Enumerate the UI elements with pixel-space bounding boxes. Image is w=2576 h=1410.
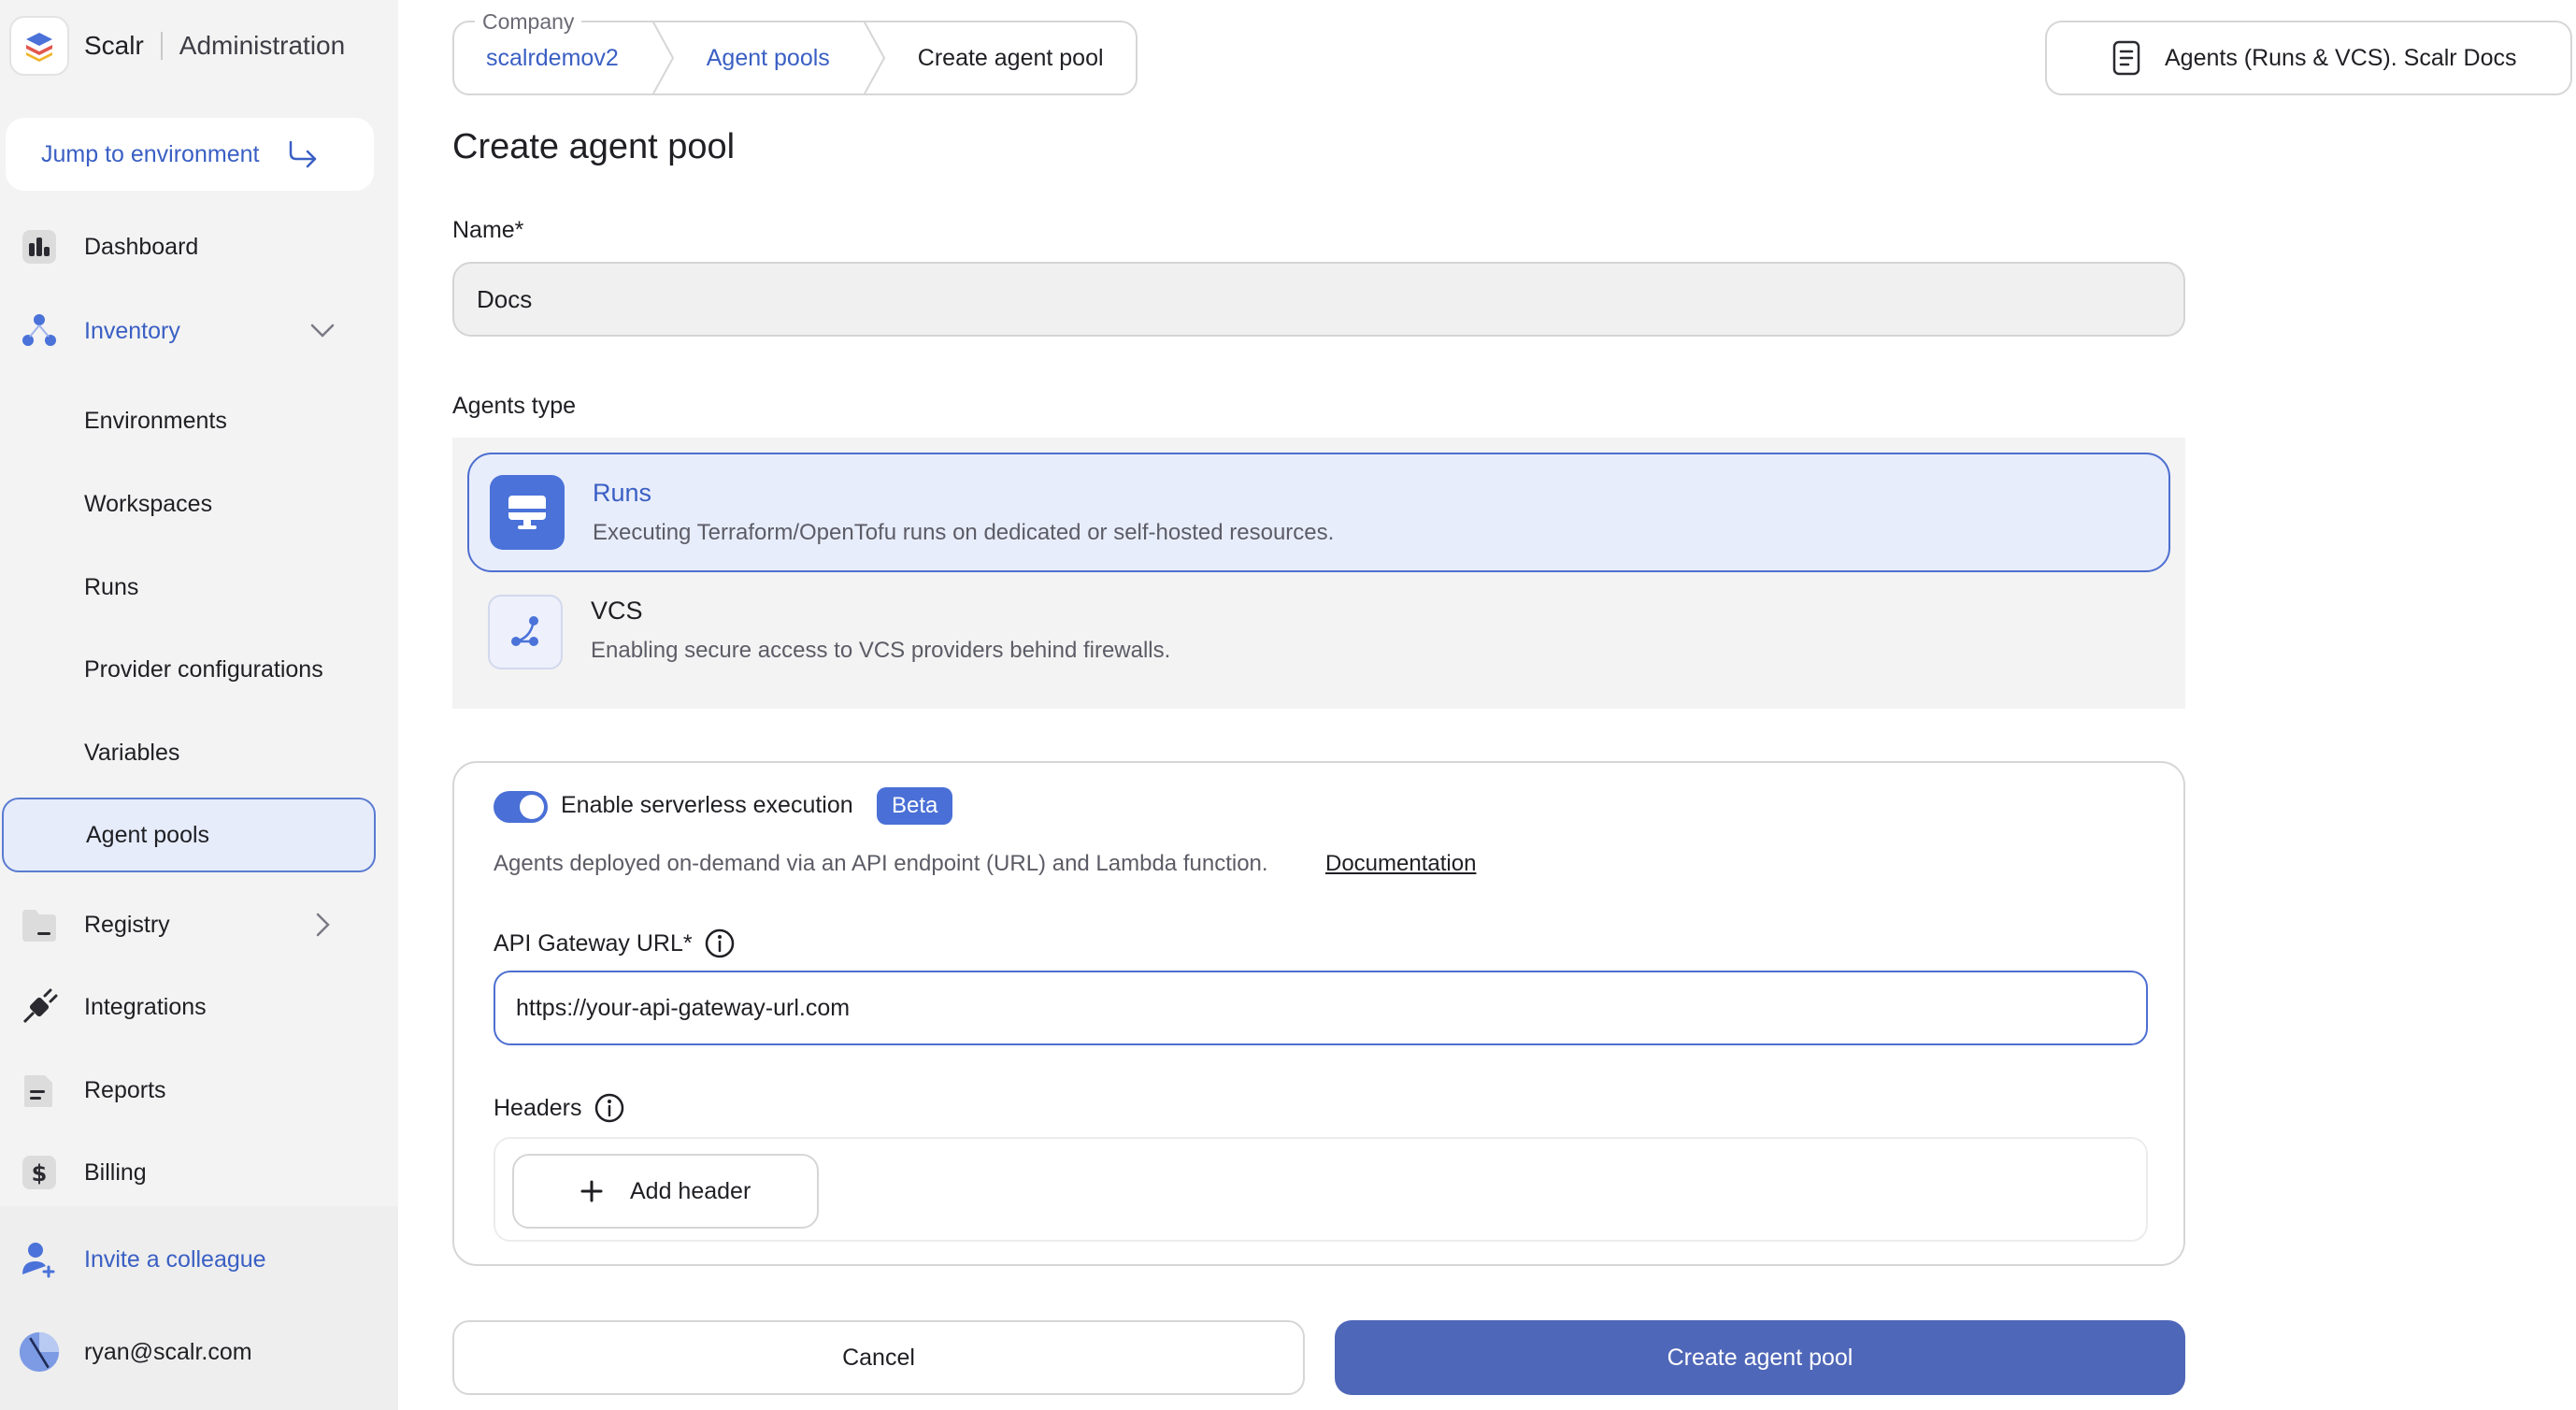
dashboard-icon [19, 226, 60, 267]
plus-icon [580, 1180, 603, 1202]
api-gateway-url-label-text: API Gateway URL* [494, 929, 693, 957]
sidebar-item-dashboard[interactable]: Dashboard [0, 209, 398, 284]
breadcrumb-current: Create agent pool [917, 44, 1104, 71]
agents-type-label: Agents type [452, 393, 577, 419]
breadcrumb: Company scalrdemov2 Agent pools Create a… [452, 9, 1138, 95]
chevron-down-icon[interactable] [308, 322, 336, 340]
jump-to-environment-button[interactable]: Jump to environment [6, 118, 374, 191]
serverless-panel: Enable serverless execution Beta Agents … [452, 761, 2185, 1266]
dollar-icon: $ [19, 1152, 60, 1193]
agent-type-vcs[interactable]: VCS Enabling secure access to VCS provid… [467, 572, 2170, 692]
serverless-label: Enable serverless execution [561, 792, 853, 818]
sidebar-item-label: Reports [84, 1076, 166, 1103]
brand-divider [160, 32, 163, 60]
sidebar-item-label: Runs [84, 573, 139, 600]
sidebar-item-billing[interactable]: $ Billing [0, 1135, 398, 1210]
arrow-turn-icon [290, 140, 317, 168]
breadcrumb-separator [862, 21, 885, 95]
page-title: Create agent pool [452, 127, 736, 166]
chevron-right-icon[interactable] [308, 911, 336, 939]
brand-name: Scalr [84, 31, 144, 60]
invite-colleague-link[interactable]: Invite a colleague [0, 1222, 398, 1297]
sidebar-item-label: Agent pools [86, 821, 210, 848]
sidebar-item-integrations[interactable]: Integrations [0, 970, 398, 1044]
sidebar-item-label: Integrations [84, 993, 207, 1020]
sidebar-footer: Invite a colleague ryan@scalr.com [0, 1206, 398, 1410]
sidebar-item-provider-configurations[interactable]: Provider configurations [0, 632, 398, 707]
report-icon [19, 1070, 60, 1111]
invite-label: Invite a colleague [84, 1245, 266, 1273]
avatar [19, 1331, 60, 1373]
name-field[interactable] [452, 262, 2185, 337]
agents-type-selector: Runs Executing Terraform/OpenTofu runs o… [452, 438, 2185, 709]
headers-label: Headers [494, 1092, 625, 1124]
sidebar-item-label: Inventory [84, 317, 180, 344]
beta-badge: Beta [877, 787, 953, 825]
documentation-link[interactable]: Documentation [1325, 851, 1476, 877]
cancel-button[interactable]: Cancel [452, 1320, 1305, 1395]
info-icon[interactable] [594, 1092, 625, 1124]
breadcrumb-agent-pools[interactable]: Agent pools [675, 21, 862, 95]
headers-label-text: Headers [494, 1094, 582, 1121]
agent-type-description: Executing Terraform/OpenTofu runs on ded… [593, 520, 1335, 545]
info-icon[interactable] [704, 928, 736, 959]
jump-label: Jump to environment [41, 140, 260, 167]
plug-icon [19, 986, 60, 1028]
add-header-button[interactable]: Add header [512, 1154, 819, 1229]
monitor-icon [490, 475, 565, 550]
agent-type-title: VCS [591, 597, 643, 625]
sidebar-item-label: Provider configurations [84, 655, 323, 683]
sidebar: Scalr Administration Jump to environment… [0, 0, 398, 1410]
breadcrumb-company[interactable]: scalrdemov2 [454, 21, 651, 95]
api-gateway-url-input[interactable] [494, 971, 2148, 1045]
sidebar-item-agent-pools[interactable]: Agent pools [2, 798, 376, 872]
sidebar-item-label: Workspaces [84, 490, 213, 517]
serverless-description: Agents deployed on-demand via an API end… [494, 851, 1268, 876]
agent-type-runs[interactable]: Runs Executing Terraform/OpenTofu runs o… [467, 453, 2170, 572]
name-label: Name* [452, 217, 524, 243]
user-email: ryan@scalr.com [84, 1338, 252, 1365]
sidebar-item-registry[interactable]: Registry [0, 887, 398, 962]
sidebar-item-workspaces[interactable]: Workspaces [0, 467, 398, 541]
sidebar-item-label: Variables [84, 739, 180, 766]
sidebar-item-runs[interactable]: Runs [0, 550, 398, 625]
serverless-toggle[interactable] [494, 791, 548, 823]
sidebar-item-label: Environments [84, 407, 227, 434]
brand[interactable]: Scalr Administration [9, 13, 345, 79]
document-icon [2112, 40, 2140, 76]
registry-icon [19, 904, 60, 945]
sidebar-item-inventory[interactable]: Inventory [0, 294, 398, 368]
inventory-icon [19, 310, 60, 352]
agent-type-description: Enabling secure access to VCS providers … [591, 638, 1171, 663]
scalr-logo [9, 16, 69, 76]
user-menu[interactable]: ryan@scalr.com [0, 1315, 398, 1389]
sidebar-item-reports[interactable]: Reports [0, 1053, 398, 1128]
docs-button-label: Agents (Runs & VCS). Scalr Docs [2165, 44, 2517, 71]
git-branch-icon [488, 595, 563, 669]
docs-button[interactable]: Agents (Runs & VCS). Scalr Docs [2045, 21, 2572, 95]
sidebar-item-label: Billing [84, 1158, 147, 1186]
sidebar-item-environments[interactable]: Environments [0, 383, 398, 458]
sidebar-item-variables[interactable]: Variables [0, 715, 398, 790]
headers-list: Add header [494, 1137, 2148, 1242]
sidebar-item-label: Dashboard [84, 233, 199, 260]
svg-text:$: $ [32, 1160, 48, 1187]
add-user-icon [19, 1239, 60, 1280]
create-agent-pool-button[interactable]: Create agent pool [1335, 1320, 2185, 1395]
breadcrumb-box: Company scalrdemov2 Agent pools Create a… [452, 9, 1138, 95]
api-gateway-url-label: API Gateway URL* [494, 928, 736, 959]
breadcrumb-separator [651, 21, 674, 95]
add-header-label: Add header [630, 1177, 751, 1204]
brand-section: Administration [179, 31, 346, 60]
agent-type-title: Runs [593, 479, 652, 507]
sidebar-item-label: Registry [84, 911, 170, 938]
